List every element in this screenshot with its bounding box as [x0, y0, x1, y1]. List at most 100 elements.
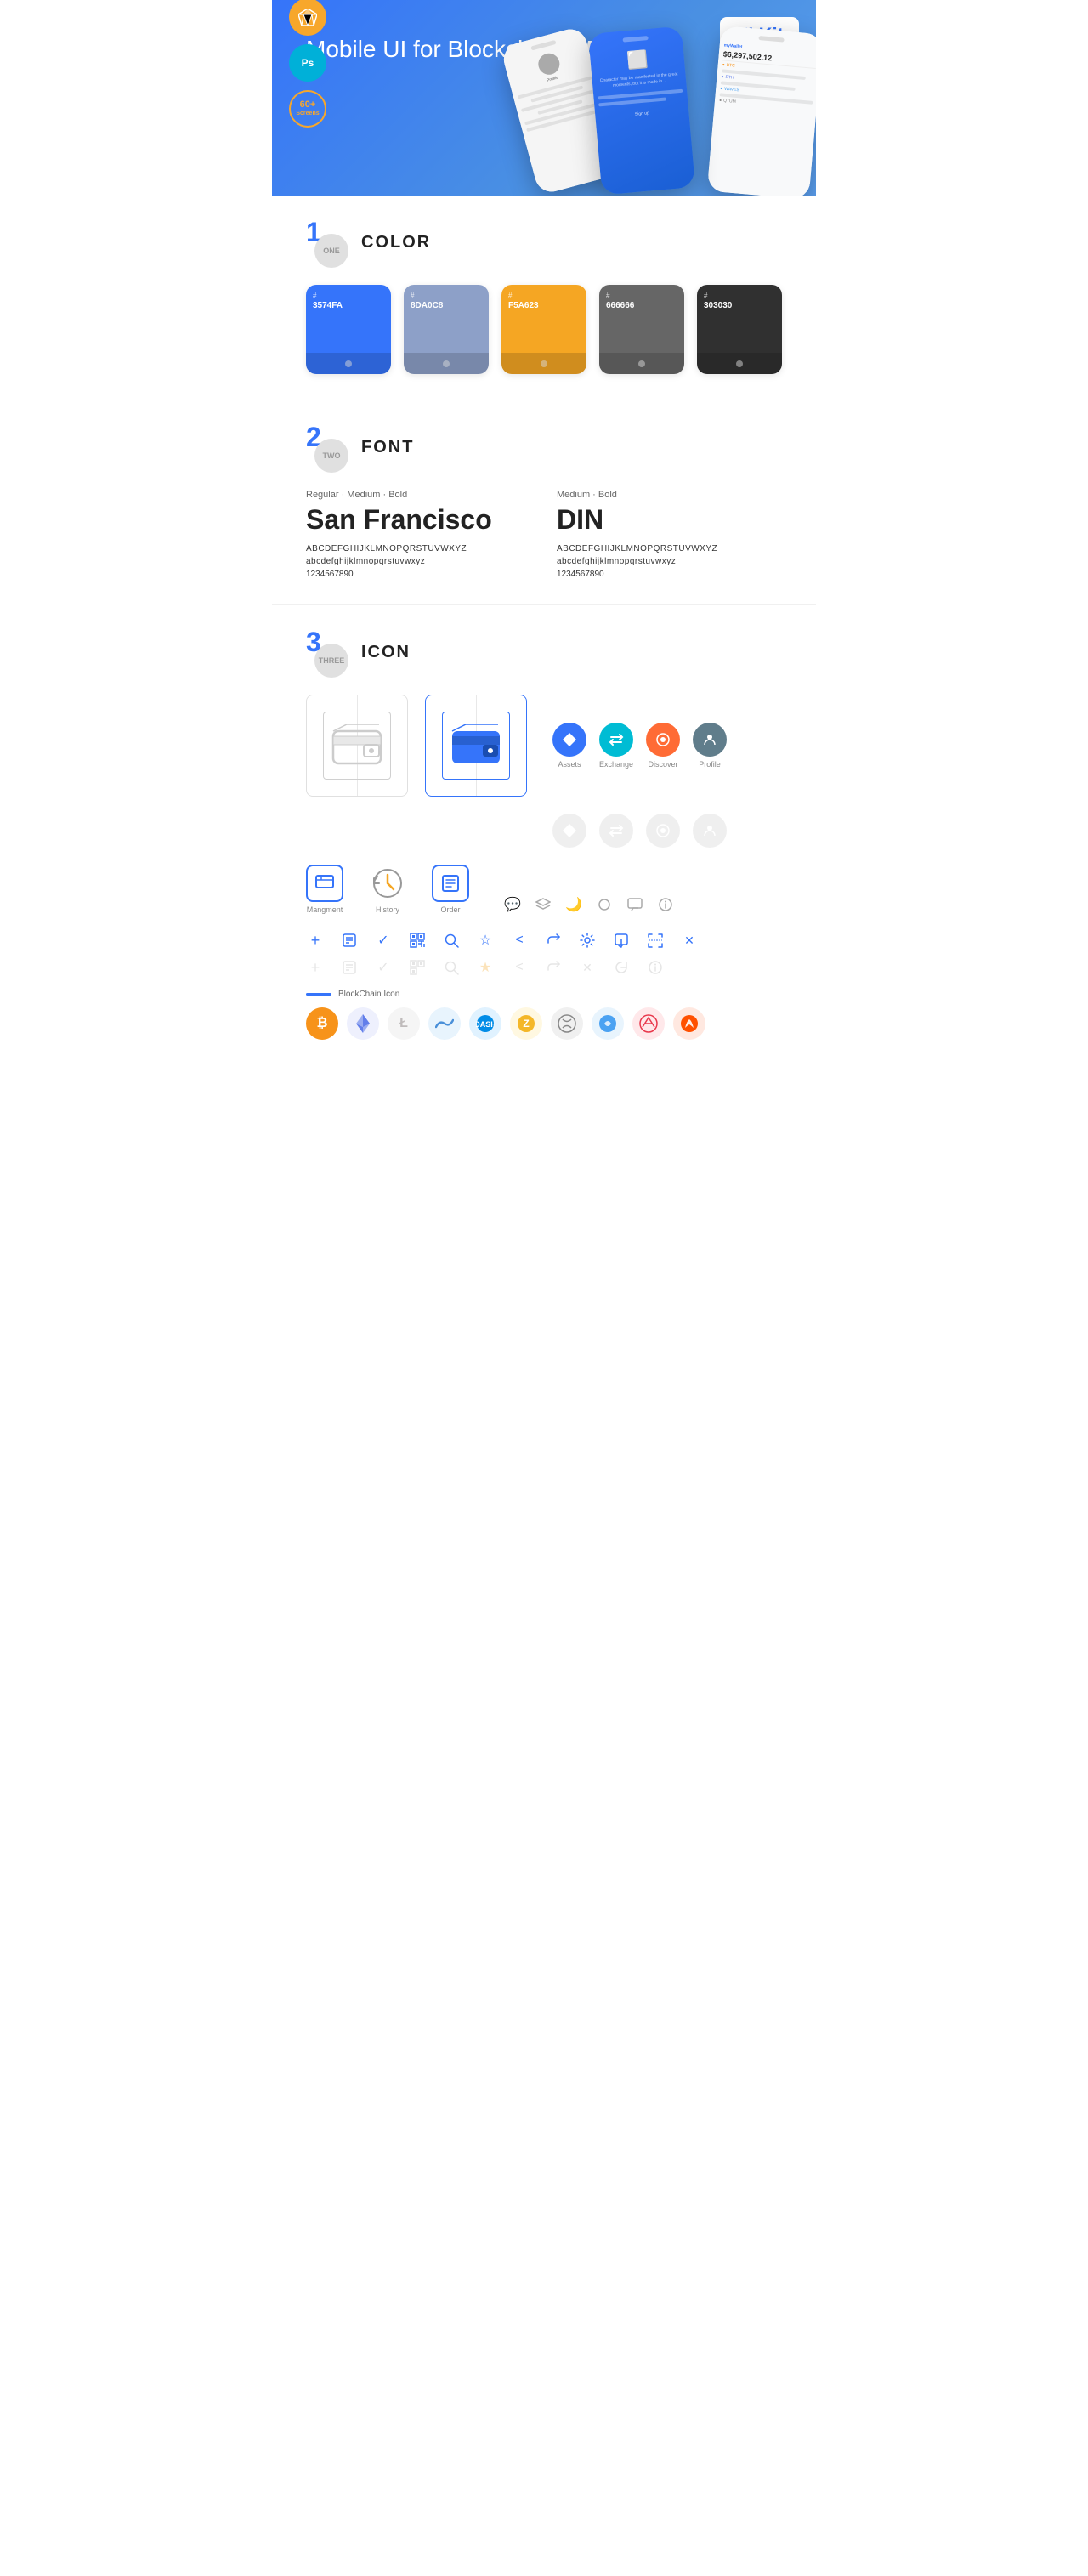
- font-din: Medium · Bold DIN ABCDEFGHIJKLMNOPQRSTUV…: [557, 490, 782, 579]
- profile-icon-col: Profile: [693, 723, 727, 769]
- section-number-1: 1 ONE: [306, 221, 348, 264]
- close-icon-gray: ✕: [578, 958, 597, 977]
- bottom-icons-row: Mangment History Order 💬: [306, 865, 782, 914]
- assets-icon: [552, 723, 586, 757]
- icon-section-header: 3 THREE ICON: [306, 631, 782, 673]
- color-section-header: 1 ONE COLOR: [306, 221, 782, 264]
- font-section-title: FONT: [361, 438, 414, 457]
- profile-icon: [693, 723, 727, 757]
- color-swatch-orange: # F5A623: [502, 285, 586, 374]
- svg-text:DASH: DASH: [476, 1020, 495, 1029]
- icon-section-title: ICON: [361, 643, 411, 662]
- color-swatch-black: # 303030: [697, 285, 782, 374]
- section-number-2: 2 TWO: [306, 426, 348, 468]
- stack-icon: [534, 895, 552, 914]
- color-section-title: COLOR: [361, 233, 431, 252]
- management-icon-col: Mangment: [306, 865, 343, 914]
- doc-edit-icon: [340, 931, 359, 950]
- info-icon: [656, 895, 675, 914]
- waves-icon: [428, 1007, 461, 1040]
- scan-icon: [646, 931, 665, 950]
- check-icon-gray: ✓: [374, 958, 393, 977]
- assets-icon-outline: [552, 814, 586, 848]
- star-icon: ☆: [476, 931, 495, 950]
- zcash-icon: Z: [510, 1007, 542, 1040]
- discover-icon-outline: [646, 814, 680, 848]
- management-icon: [306, 865, 343, 902]
- section-number-3: 3 THREE: [306, 631, 348, 673]
- tool-icons-row-2: + ✓ ★ < ✕: [306, 958, 782, 977]
- exchange-outline-icon: [599, 814, 633, 848]
- phone-mockup-3: myWallet $6,297,502.12 ●BTC ●ETH ●WAVES …: [707, 26, 816, 196]
- icon-guide-outline: [306, 695, 408, 797]
- crypto-icons-row: ₿ Ł DASH Z: [306, 1007, 782, 1040]
- chat-icon: 💬: [503, 895, 522, 914]
- refresh-icon-gray: [612, 958, 631, 977]
- color-swatch-blue: # 3574FA: [306, 285, 391, 374]
- chevron-left-icon: <: [510, 931, 529, 950]
- color-swatch-dark-gray: # 666666: [599, 285, 684, 374]
- check-icon: ✓: [374, 931, 393, 950]
- utility-icons: 💬 🌙: [503, 895, 675, 914]
- screens-badge: 60+ Screens: [289, 90, 326, 128]
- info-icon-gray: [646, 958, 665, 977]
- order-icon: [432, 865, 469, 902]
- blockchain-label-row: BlockChain Icon: [306, 990, 782, 999]
- exchange-icon-outline: [599, 814, 633, 848]
- share-icon: [544, 931, 563, 950]
- font-section-header: 2 TWO FONT: [306, 426, 782, 468]
- color-swatches: # 3574FA # 8DA0C8 # F5A623 # 666666: [306, 285, 782, 374]
- exchange-icon-col: Exchange: [599, 723, 633, 769]
- font-section: 2 TWO FONT Regular · Medium · Bold San F…: [272, 400, 816, 604]
- font-grid: Regular · Medium · Bold San Francisco AB…: [306, 490, 782, 579]
- hero-section: Mobile UI for Blockchain Wallet UI Kit P…: [272, 0, 816, 196]
- assets-icon-col: Assets: [552, 723, 586, 769]
- close-icon: ✕: [680, 931, 699, 950]
- discover-outline-icon: [646, 814, 680, 848]
- font-san-francisco: Regular · Medium · Bold San Francisco AB…: [306, 490, 531, 579]
- comment-icon: [626, 895, 644, 914]
- profile-icon-outline: [693, 814, 727, 848]
- ethereum-icon: [347, 1007, 379, 1040]
- sketch-badge: [289, 0, 326, 36]
- exchange-icon: [599, 723, 633, 757]
- litecoin-icon: Ł: [388, 1007, 420, 1040]
- color-swatch-slate: # 8DA0C8: [404, 285, 489, 374]
- ark-icon: [632, 1007, 665, 1040]
- discover-icon-col: Discover: [646, 723, 680, 769]
- upload-icon: [612, 931, 631, 950]
- photoshop-badge: Ps: [289, 44, 326, 82]
- icon-guide-container: Assets Exchange Discover Profile: [306, 695, 782, 797]
- phone-mockup-2: ⬜ Character may be manifested in the gre…: [588, 26, 695, 196]
- color-section: 1 ONE COLOR # 3574FA # 8DA0C8 # F5A623 #: [272, 196, 816, 400]
- svg-text:Z: Z: [523, 1018, 529, 1030]
- order-icon-col: Order: [432, 865, 469, 914]
- share-icon-gray: [544, 958, 563, 977]
- icon-guide-filled: [425, 695, 527, 797]
- iota-icon: [551, 1007, 583, 1040]
- bat-icon: [673, 1007, 706, 1040]
- dash-icon: DASH: [469, 1007, 502, 1040]
- plus-icon: +: [306, 931, 325, 950]
- icon-section: 3 THREE ICON: [272, 604, 816, 1082]
- steem-icon: [592, 1007, 624, 1040]
- star-filled-icon: ★: [476, 958, 495, 977]
- discover-icon: [646, 723, 680, 757]
- search-icon: [442, 931, 461, 950]
- circle-icon: [595, 895, 614, 914]
- phone-mockups-area: Profile ⬜ Character may be manifested in…: [468, 9, 816, 196]
- nav-icons-colored: Assets Exchange Discover Profile: [552, 723, 727, 769]
- history-icon: [369, 865, 406, 902]
- assets-outline-icon: [552, 814, 586, 848]
- blockchain-line: [306, 993, 332, 996]
- history-icon-col: History: [369, 865, 406, 914]
- gear-icon: [578, 931, 597, 950]
- chevron-left-icon-gray: <: [510, 958, 529, 977]
- plus-icon-gray: +: [306, 958, 325, 977]
- moon-icon: 🌙: [564, 895, 583, 914]
- profile-outline-icon: [693, 814, 727, 848]
- nav-icons-outline: [552, 814, 782, 848]
- bitcoin-icon: ₿: [306, 1007, 338, 1040]
- qr-icon: [408, 931, 427, 950]
- search-icon-gray: [442, 958, 461, 977]
